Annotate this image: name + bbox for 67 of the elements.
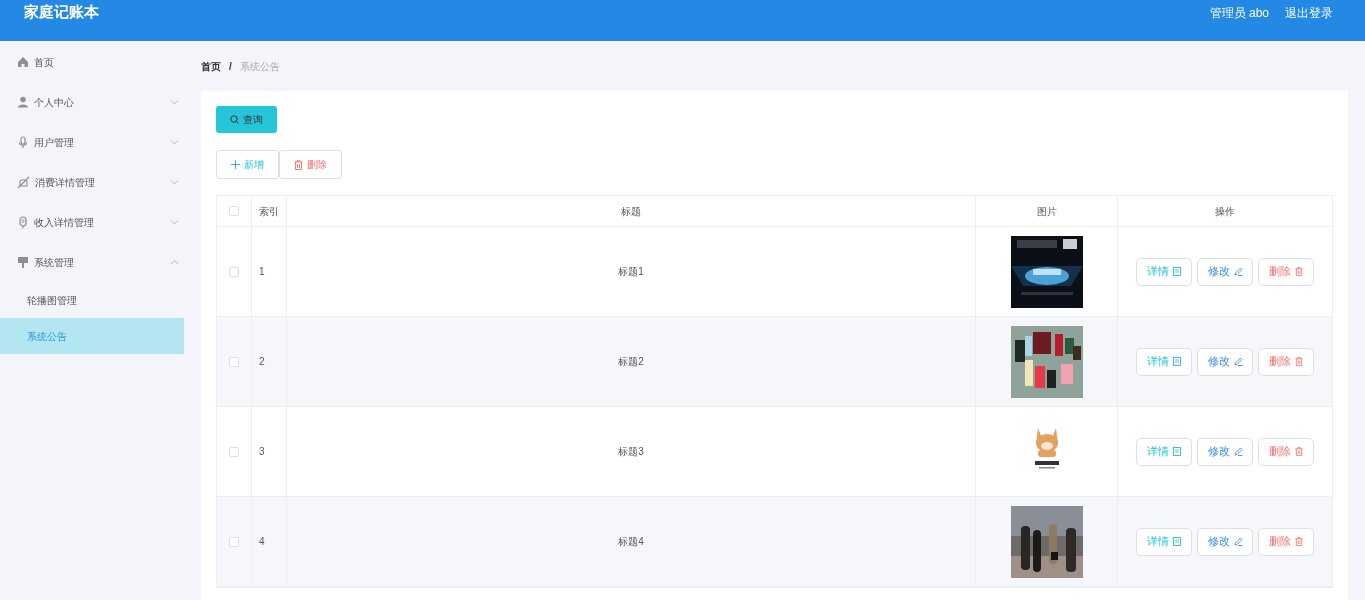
person-icon: [17, 96, 29, 108]
submenu-item[interactable]: 系统公告: [0, 318, 184, 354]
detail-button[interactable]: 详情: [1136, 437, 1192, 466]
row-checkbox[interactable]: [229, 356, 239, 367]
plus-icon: [231, 160, 240, 169]
title-cell: 标题4: [287, 497, 976, 586]
row-checkbox[interactable]: [229, 446, 239, 457]
sidebar-item[interactable]: 用户管理: [0, 122, 184, 162]
title-cell: 标题2: [287, 317, 976, 406]
column-header: 图片: [976, 196, 1118, 226]
column-header: 索引: [252, 196, 287, 226]
sidebar-item[interactable]: 系统管理: [0, 242, 184, 282]
pencil-icon: [1233, 267, 1243, 276]
logout-link[interactable]: 退出登录: [1285, 3, 1333, 22]
sidebar-item[interactable]: 个人中心: [0, 82, 184, 122]
delete-button[interactable]: 删除: [279, 150, 342, 179]
user-name: 管理员 abo: [1209, 4, 1269, 22]
edit-button[interactable]: 修改: [1197, 527, 1253, 556]
pencil-icon: [1233, 357, 1243, 366]
sidebar-item[interactable]: 收入详情管理: [0, 202, 184, 242]
delete-button[interactable]: 删除: [1258, 527, 1314, 556]
title-cell: 标题1: [287, 227, 976, 316]
delete-button[interactable]: 删除: [1258, 257, 1314, 286]
pencil-icon: [1233, 537, 1243, 546]
breadcrumb-item: 系统公告: [239, 59, 280, 74]
breadcrumb-item[interactable]: 首页: [201, 58, 221, 74]
row-checkbox[interactable]: [229, 536, 239, 547]
document-icon: [1173, 267, 1181, 276]
edit-button[interactable]: 修改: [1197, 257, 1253, 286]
column-header: 操作: [1214, 204, 1236, 219]
trash-icon: [1295, 357, 1303, 366]
document-icon: [1173, 447, 1181, 456]
column-header: 标题: [287, 196, 976, 226]
breadcrumb-separator: /: [229, 59, 232, 74]
index-cell: 1: [252, 227, 287, 316]
trash-icon: [1295, 447, 1303, 456]
document-icon: [1173, 357, 1181, 366]
sidebar-item[interactable]: 首页: [0, 42, 184, 82]
detail-button[interactable]: 详情: [1136, 257, 1192, 286]
pencil-icon: [1233, 447, 1243, 456]
detail-button[interactable]: 详情: [1136, 347, 1192, 376]
select-all-checkbox[interactable]: [229, 206, 239, 216]
search-button[interactable]: 查询: [216, 106, 277, 133]
delete-button[interactable]: 删除: [1258, 347, 1314, 376]
index-cell: 3: [252, 407, 287, 496]
title-cell: 标题3: [287, 407, 976, 496]
submenu-item[interactable]: 轮播图管理: [0, 282, 184, 318]
microphone-icon: [17, 135, 29, 149]
row-checkbox[interactable]: [229, 266, 239, 277]
bell-slash-icon: [17, 175, 30, 189]
app-title: 家庭记账本: [24, 2, 99, 23]
document-icon: [1173, 537, 1181, 546]
home-icon: [17, 56, 29, 68]
delete-button[interactable]: 删除: [1258, 437, 1314, 466]
edit-button[interactable]: 修改: [1197, 437, 1253, 466]
trash-icon: [1295, 267, 1303, 276]
edit-button[interactable]: 修改: [1197, 347, 1253, 376]
trash-icon: [294, 159, 303, 170]
sidebar-item[interactable]: 消费详情管理: [0, 162, 184, 202]
trash-icon: [1295, 537, 1303, 546]
search-icon: [230, 115, 239, 124]
detail-button[interactable]: 详情: [1136, 527, 1192, 556]
microphone-icon: [17, 215, 29, 229]
index-cell: 4: [252, 497, 287, 586]
add-button[interactable]: 新增: [216, 150, 279, 179]
index-cell: 2: [252, 317, 287, 406]
signboard-icon: [17, 255, 29, 269]
